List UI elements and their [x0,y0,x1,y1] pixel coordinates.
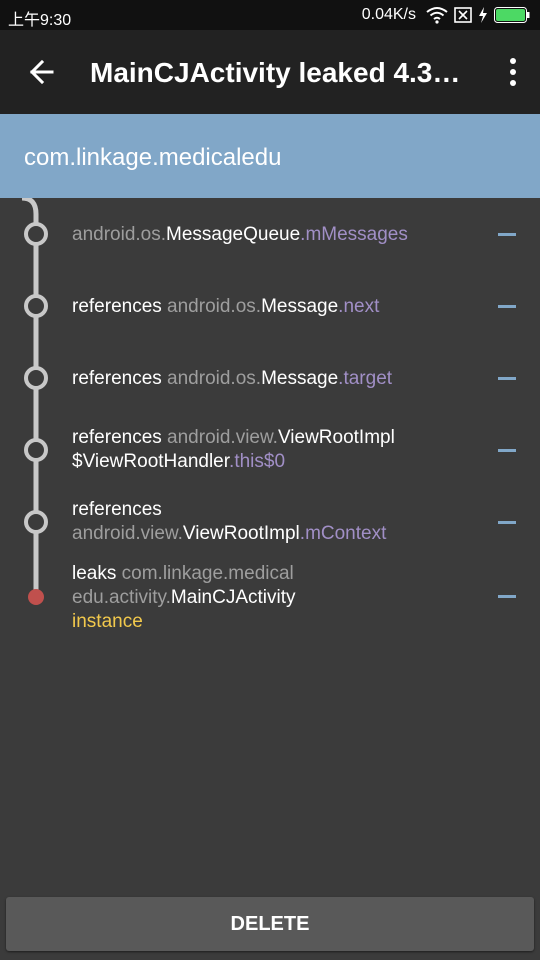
app-bar: MainCJActivity leaked 4.3… [0,30,540,114]
trace-row-leak[interactable]: leaks com.linkage.medical edu.activity.M… [0,558,540,642]
collapse-icon[interactable] [498,377,516,380]
trace-row[interactable]: references android.os.Message.target [0,342,540,414]
instance-label: instance [72,611,143,632]
status-bar: 上午9:30 0.04K/s [0,0,540,30]
delete-button[interactable]: DELETE [6,897,534,951]
package-name: com.linkage.medicaledu [24,144,282,171]
trace-row-text: references android.view.ViewRootImpl $Vi… [72,427,395,472]
charging-icon [479,7,487,23]
trace-row[interactable]: references android.view.ViewRootImpl $Vi… [0,414,540,486]
arrow-left-icon [29,59,54,85]
package-header: com.linkage.medicaledu [0,114,540,198]
collapse-icon[interactable] [498,305,516,308]
net-speed: 0.04K/s [361,6,416,23]
battery-icon [494,7,530,23]
trace-row[interactable]: references android.os.Message.next [0,270,540,342]
bottom-bar: DELETE [0,890,540,960]
collapse-icon[interactable] [498,449,516,452]
collapse-icon[interactable] [498,521,516,524]
trace-row-text: leaks com.linkage.medical edu.activity.M… [72,563,296,632]
sim-blocked-icon [454,7,472,23]
trace-row-text: references android.view.ViewRootImpl.mCo… [72,499,387,544]
collapse-icon[interactable] [498,595,516,598]
back-button[interactable] [24,56,60,88]
trace-row-text: references android.os.Message.target [72,368,393,389]
trace-row[interactable]: references android.view.ViewRootImpl.mCo… [0,486,540,558]
page-title: MainCJActivity leaked 4.3… [90,57,461,88]
wifi-icon [426,7,448,24]
more-vert-icon [510,58,516,86]
trace-row-text: references android.os.Message.next [72,296,380,317]
leak-trace: android.os.MessageQueue.mMessages refere… [0,198,540,658]
trace-row[interactable]: android.os.MessageQueue.mMessages [0,198,540,270]
trace-row-text: android.os.MessageQueue.mMessages [72,224,408,245]
status-icons: 0.04K/s [362,4,530,26]
collapse-icon[interactable] [498,233,516,236]
overflow-menu-button[interactable] [506,54,520,90]
status-time: 上午9:30 [8,12,72,29]
